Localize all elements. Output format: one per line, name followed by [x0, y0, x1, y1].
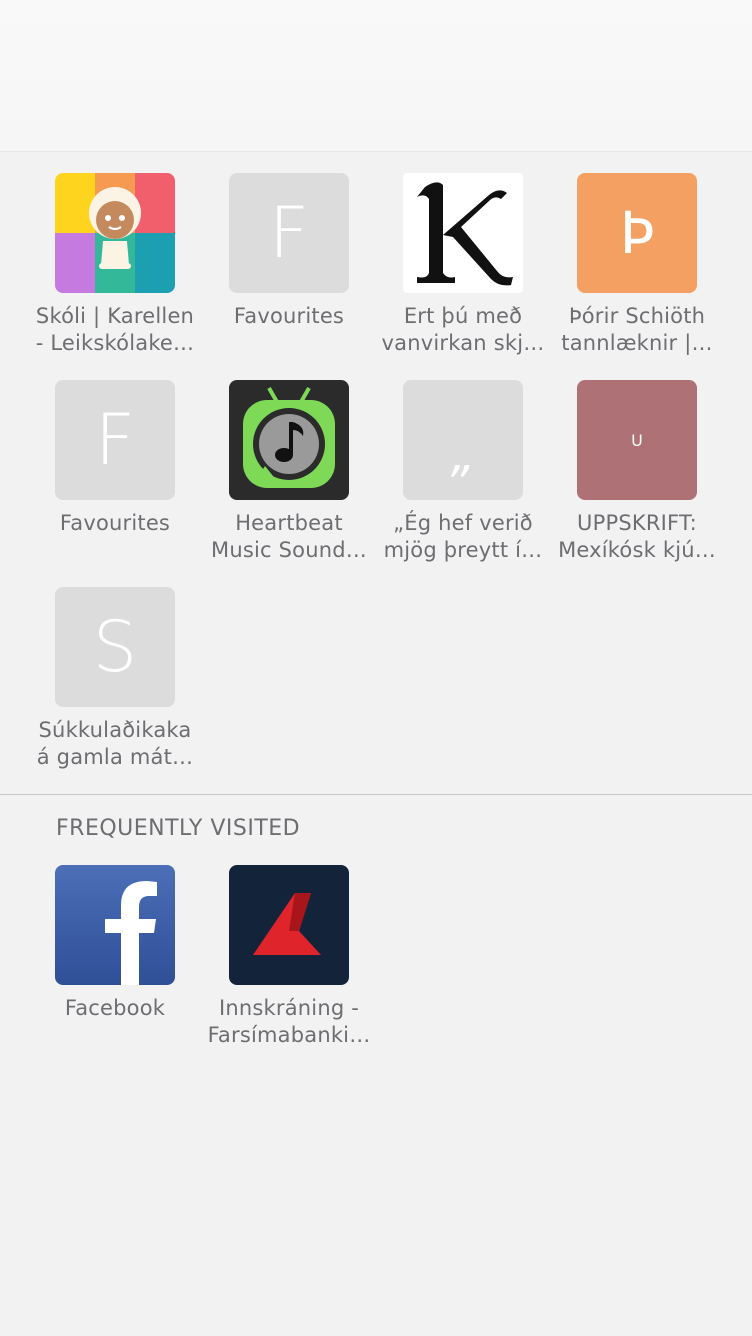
tile-label-line1: Ert þú með — [403, 304, 523, 328]
tile-label-line2: - Leikskólake… — [35, 331, 195, 355]
bank-logo-icon — [229, 865, 349, 985]
tile-label-line1: Þórir Schiöth — [568, 304, 706, 328]
tile-label-line1: UPPSKRIFT: — [577, 511, 697, 535]
favorite-tile-favourites-2[interactable]: F Favourites — [28, 380, 202, 537]
karellen-kid-icon — [55, 173, 175, 293]
favorite-tile-heartbeat[interactable]: Heartbeat Music Sound… — [202, 380, 376, 564]
favorite-tile-favourites-1[interactable]: F Favourites — [202, 173, 376, 330]
tile-label-line1: Heartbeat — [235, 511, 343, 535]
favorite-tile-thorir[interactable]: Þ Þórir Schiöth tannlæknir |… — [550, 173, 724, 357]
tile-label-line1: Súkkulaðikaka — [38, 718, 192, 742]
frequent-tile-facebook[interactable]: Facebook — [28, 865, 202, 1022]
letter-u-icon: U — [577, 380, 697, 500]
k-logo-icon — [403, 173, 523, 293]
tile-label-line2: Mexíkósk kjú… — [558, 538, 716, 562]
frequently-visited-header: FREQUENTLY VISITED — [56, 816, 301, 841]
favorite-tile-vanvirkan[interactable]: Ert þú með vanvirkan skj… — [376, 173, 550, 357]
tile-label-line1: Favourites — [233, 304, 345, 328]
top-bar — [0, 0, 752, 152]
tile-label-line2: á gamla mát… — [36, 745, 194, 769]
favorite-tile-karellen[interactable]: Skóli | Karellen - Leikskólake… — [28, 173, 202, 357]
letter-thorn-icon: Þ — [577, 173, 697, 293]
favorite-tile-sukkuladikaka[interactable]: S Súkkulaðikaka á gamla mát… — [28, 587, 202, 771]
facebook-icon — [55, 865, 175, 985]
tile-label-line2: tannlæknir |… — [561, 331, 713, 355]
letter-s-icon: S — [55, 587, 175, 707]
section-divider — [0, 794, 752, 795]
frequent-tile-farsimabanki[interactable]: Innskráning - Farsímabanki… — [202, 865, 376, 1049]
favorite-tile-eg-hef-verid[interactable]: „ „Ég hef verið mjög þreytt í… — [376, 380, 550, 564]
favorites-page: Skóli | Karellen - Leikskólake… F Favour… — [0, 0, 752, 1336]
letter-f-icon: F — [55, 380, 175, 500]
music-tv-icon — [229, 380, 349, 500]
tile-label-line2: Music Sound… — [211, 538, 367, 562]
tile-label-line2: vanvirkan skj… — [381, 331, 545, 355]
tile-label-line2: mjög þreytt í… — [383, 538, 543, 562]
quote-mark-icon: „ — [403, 380, 523, 500]
letter-f-icon: F — [229, 173, 349, 293]
tile-label-line1: Skóli | Karellen — [35, 304, 195, 328]
tile-label-line1: Favourites — [59, 511, 171, 535]
tile-label-line2: Farsímabanki… — [207, 1023, 371, 1047]
favorite-tile-uppskrift[interactable]: U UPPSKRIFT: Mexíkósk kjú… — [550, 380, 724, 564]
tile-label-line1: „Ég hef verið — [393, 511, 533, 535]
tile-label-line1: Facebook — [64, 996, 166, 1020]
tile-label-line1: Innskráning - — [218, 996, 360, 1020]
